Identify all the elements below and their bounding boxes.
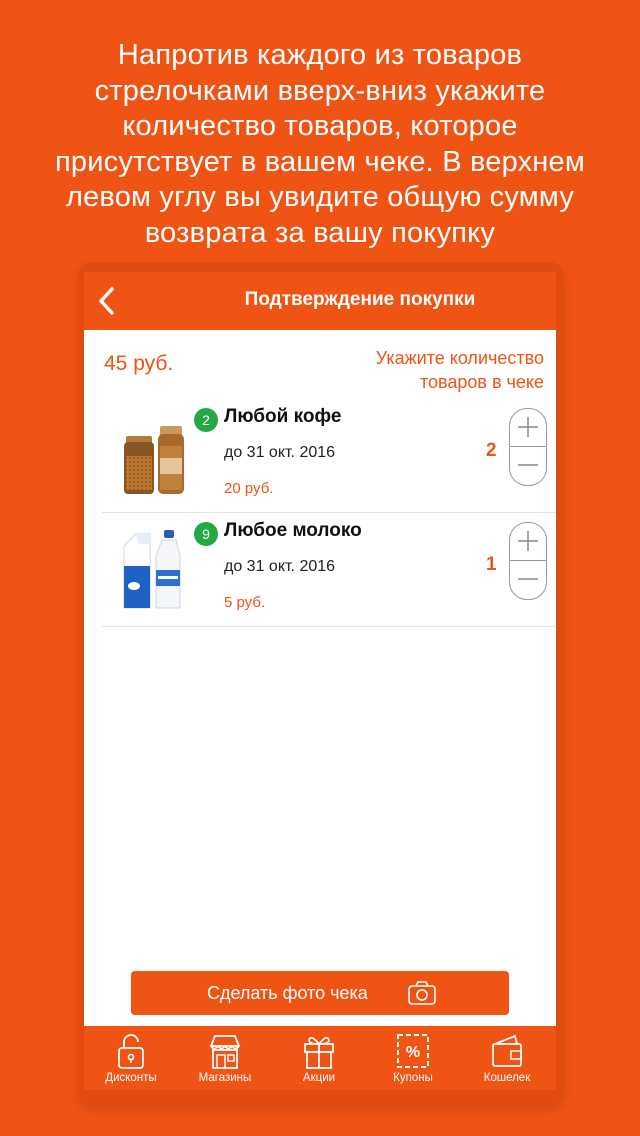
promo-text: Напротив каждого из товаров стрелочками …	[20, 38, 620, 251]
tab-label: Кошелек	[483, 1072, 531, 1084]
product-name: Любое молоко	[224, 520, 362, 541]
navigation-bar: Подтверждение покупки	[84, 272, 556, 330]
tab-promotions[interactable]: Акции	[272, 1026, 366, 1090]
product-row: 9 Любое молоко до 31 окт. 2016 5 руб. 1	[102, 514, 556, 627]
hint-line: Укажите количество	[375, 348, 544, 368]
tab-label: Магазины	[198, 1072, 252, 1084]
svg-text:%: %	[406, 1044, 420, 1061]
tab-label: Акции	[302, 1072, 336, 1084]
decrement-button[interactable]	[510, 447, 546, 484]
count-badge: 2	[194, 408, 218, 432]
decrement-button[interactable]	[510, 561, 546, 598]
minus-icon	[518, 578, 538, 580]
plus-icon	[518, 531, 538, 551]
wallet-icon	[492, 1034, 522, 1067]
product-refund: 5 руб.	[224, 594, 266, 611]
promo-line: присутствует в вашем чеке. В верхнем	[55, 145, 585, 178]
product-name: Любой кофе	[224, 406, 342, 427]
promo-line: количество товаров, которое	[122, 110, 518, 142]
tab-stores[interactable]: Магазины	[178, 1026, 272, 1090]
promo-line: возврата за вашу покупку	[144, 216, 496, 249]
tab-discounts[interactable]: Дисконты	[84, 1026, 178, 1090]
coupon-icon: %	[397, 1034, 429, 1068]
store-icon	[209, 1035, 241, 1069]
app-screen: Подтверждение покупки 45 руб. Укажите ко…	[84, 272, 556, 1090]
photo-button-label: Сделать фото чека	[207, 983, 368, 1003]
product-expiry: до 31 окт. 2016	[224, 444, 336, 461]
hint-line: товаров в чеке	[419, 372, 544, 392]
promo-line: левом углу вы увидите общую сумму	[65, 181, 575, 213]
increment-button[interactable]	[510, 523, 546, 561]
minus-icon	[518, 464, 538, 466]
tab-wallet[interactable]: Кошелек	[460, 1026, 554, 1090]
gift-icon	[304, 1036, 334, 1069]
lock-icon	[118, 1034, 144, 1069]
quantity-value: 2	[486, 440, 497, 461]
quantity-value: 1	[486, 554, 497, 575]
product-refund: 20 руб.	[224, 480, 274, 497]
coffee-jars-image	[124, 426, 184, 494]
promo-line: стрелочками вверх-вниз укажите	[94, 74, 546, 107]
take-receipt-photo-button[interactable]: Сделать фото чека	[131, 971, 509, 1015]
tab-label: Дисконты	[105, 1072, 157, 1084]
page-title: Подтверждение покупки	[244, 289, 476, 310]
quantity-stepper	[509, 408, 547, 486]
increment-button[interactable]	[510, 409, 546, 447]
camera-icon	[408, 981, 436, 1005]
quantity-stepper	[509, 522, 547, 600]
quantity-hint: Укажите количество товаров в чеке	[284, 346, 544, 394]
count-badge: 9	[194, 522, 218, 546]
promo-line: Напротив каждого из товаров	[117, 39, 523, 71]
plus-icon	[518, 417, 538, 437]
milk-carton-bottle-image	[123, 530, 181, 609]
tab-coupons[interactable]: % Купоны	[366, 1026, 460, 1090]
product-expiry: до 31 окт. 2016	[224, 558, 336, 575]
total-refund: 45 руб.	[104, 352, 174, 375]
tab-label: Купоны	[393, 1072, 433, 1084]
tab-bar: Дисконты Магазины Акции % Купоны Кошелек	[84, 1026, 556, 1090]
product-row: 2 Любой кофе до 31 окт. 2016 20 руб. 2	[102, 400, 556, 513]
